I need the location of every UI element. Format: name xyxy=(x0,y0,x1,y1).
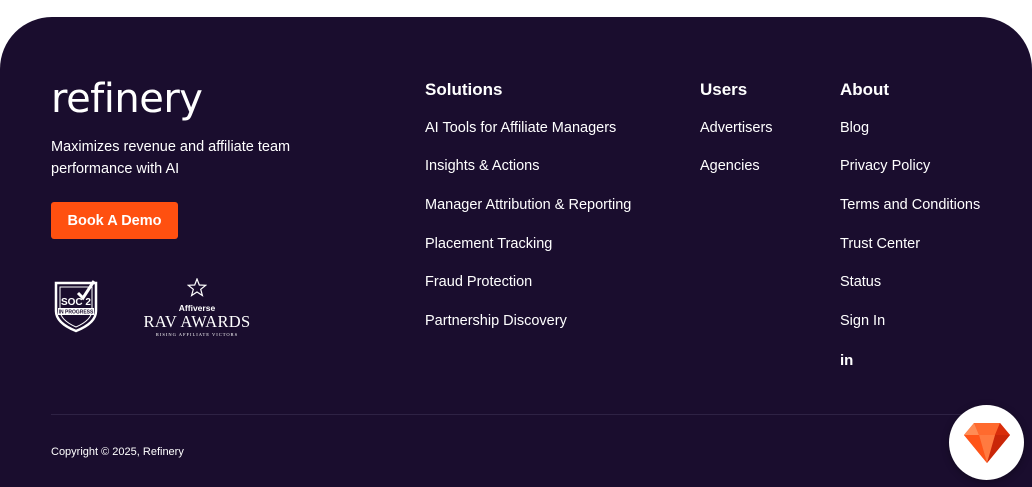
footer-divider xyxy=(51,414,981,415)
footer-link-privacy[interactable]: Privacy Policy xyxy=(840,157,930,175)
site-footer: refinery Maximizes revenue and affiliate… xyxy=(0,17,1032,487)
rav-awards-badge: Affiverse RAV AWARDS RISING AFFILIATE VI… xyxy=(138,277,256,337)
footer-link-placement[interactable]: Placement Tracking xyxy=(425,235,552,253)
star-icon xyxy=(186,277,208,297)
solutions-heading: Solutions xyxy=(425,80,503,99)
ruby-gem-icon xyxy=(963,422,1010,463)
footer-link-sign-in[interactable]: Sign In xyxy=(840,312,885,330)
soc2-status: IN PROGRESS xyxy=(59,310,94,316)
about-column: About Blog Privacy Policy Terms and Cond… xyxy=(840,80,980,329)
soc2-badge: SOC 2 IN PROGRESS xyxy=(52,277,100,338)
rav-awards-subtitle: RISING AFFILIATE VICTORS xyxy=(155,332,239,337)
about-heading: About xyxy=(840,80,890,99)
tagline: Maximizes revenue and affiliate team per… xyxy=(51,139,291,177)
users-column: Users Advertisers Agencies xyxy=(700,80,773,174)
footer-link-trust[interactable]: Trust Center xyxy=(840,235,920,253)
soc2-text: SOC 2 xyxy=(61,297,91,308)
footer-link-agencies[interactable]: Agencies xyxy=(700,157,760,175)
linkedin-icon[interactable]: in xyxy=(840,352,853,369)
footer-link-insights[interactable]: Insights & Actions xyxy=(425,157,539,175)
footer-link-terms[interactable]: Terms and Conditions xyxy=(840,196,980,214)
footer-link-ai-tools[interactable]: AI Tools for Affiliate Managers xyxy=(425,119,616,137)
footer-link-blog[interactable]: Blog xyxy=(840,119,869,137)
footer-link-attribution[interactable]: Manager Attribution & Reporting xyxy=(425,196,631,214)
solutions-column: Solutions AI Tools for Affiliate Manager… xyxy=(425,80,631,329)
book-demo-button[interactable]: Book A Demo xyxy=(51,202,178,239)
footer-link-fraud[interactable]: Fraud Protection xyxy=(425,273,532,291)
footer-link-advertisers[interactable]: Advertisers xyxy=(700,119,773,137)
footer-link-status[interactable]: Status xyxy=(840,273,881,291)
refinery-logo[interactable]: refinery xyxy=(51,79,203,119)
users-heading: Users xyxy=(700,80,748,99)
ruby-gem-badge[interactable] xyxy=(949,405,1024,480)
rav-awards-title: RAV AWARDS xyxy=(143,312,251,331)
footer-link-partnership[interactable]: Partnership Discovery xyxy=(425,312,567,330)
copyright-text: Copyright © 2025, Refinery xyxy=(51,446,184,458)
